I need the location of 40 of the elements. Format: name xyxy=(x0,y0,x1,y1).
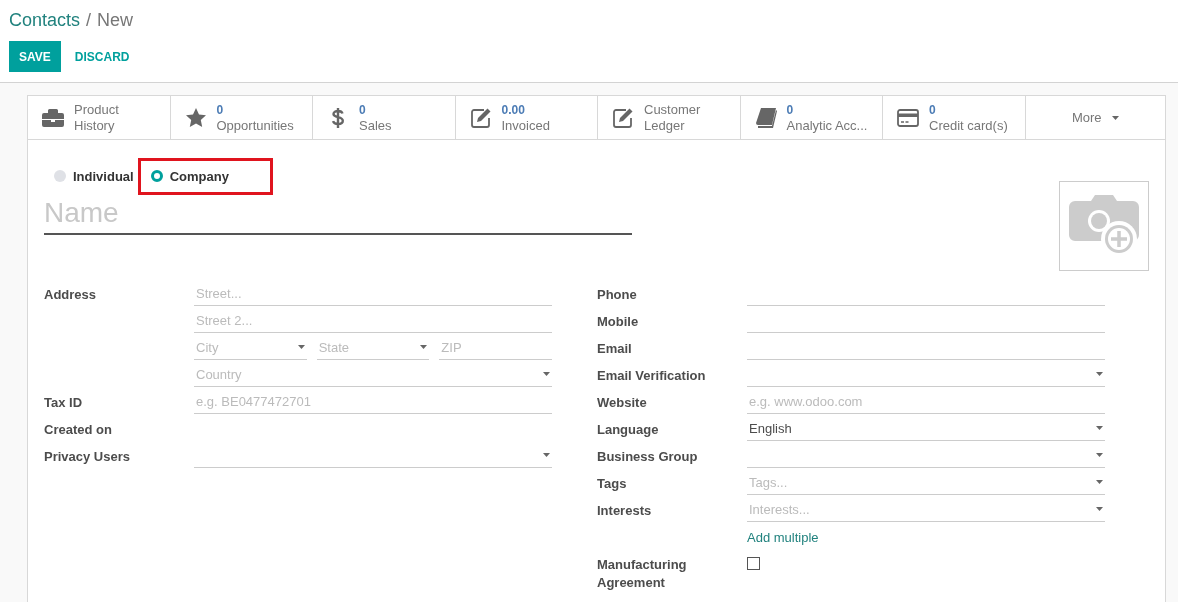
caret-icon xyxy=(1096,480,1103,484)
field-label: Tax ID xyxy=(44,394,84,412)
caret-icon xyxy=(543,372,550,376)
field-label: Privacy Users xyxy=(44,448,131,466)
field-label: Phone xyxy=(597,286,638,304)
briefcase-icon xyxy=(42,106,64,129)
book-icon xyxy=(754,106,777,129)
add-multiple-link[interactable]: Add multiple xyxy=(747,524,819,551)
caret-icon xyxy=(1096,372,1103,376)
field-label: Tags xyxy=(597,475,628,493)
credit-card-icon xyxy=(897,106,919,129)
field-label: Email Verification xyxy=(597,367,707,385)
save-button[interactable]: SAVE xyxy=(9,41,61,72)
field-label: Business Group xyxy=(597,448,699,466)
photo-upload[interactable] xyxy=(1059,181,1149,271)
caret-icon xyxy=(297,345,305,349)
discard-button[interactable]: DISCARD xyxy=(64,41,140,72)
edit-icon xyxy=(612,106,634,129)
field-label: Address xyxy=(44,286,98,304)
caret-icon xyxy=(420,345,428,349)
caret-icon xyxy=(1096,453,1103,457)
checkbox[interactable] xyxy=(747,557,760,570)
caret-icon xyxy=(1111,115,1119,120)
field-label: Website xyxy=(597,394,648,412)
radio-option[interactable]: Company xyxy=(137,157,273,195)
field-label: Language xyxy=(597,421,660,439)
radio-option[interactable]: Individual xyxy=(42,158,136,194)
field-label: Created on xyxy=(44,421,113,439)
breadcrumb-current: New xyxy=(97,10,134,31)
field-label: Mobile xyxy=(597,313,640,331)
caret-icon xyxy=(1096,507,1103,511)
field-label: Email xyxy=(597,340,633,358)
field-label: Interests xyxy=(597,502,653,520)
field-label: Manufacturing Agreement xyxy=(597,556,688,592)
caret-icon xyxy=(1096,426,1103,430)
star-icon xyxy=(184,106,207,129)
breadcrumb-separator: / xyxy=(86,10,92,31)
breadcrumb-link[interactable]: Contacts xyxy=(9,10,81,31)
edit-icon xyxy=(469,106,492,129)
caret-icon xyxy=(543,453,550,457)
